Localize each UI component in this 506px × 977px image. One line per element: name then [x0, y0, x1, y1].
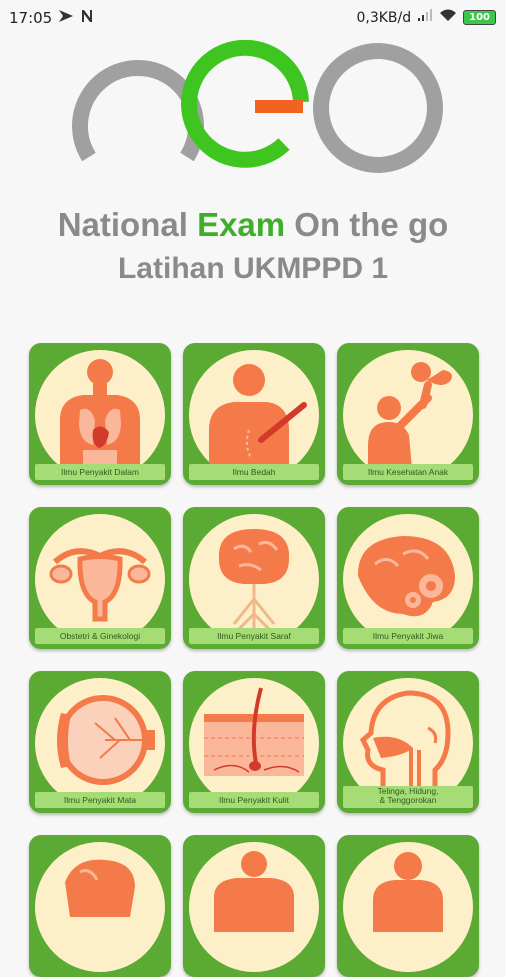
tile-circle: [343, 842, 473, 972]
category-tile-jiwa[interactable]: Ilmu Penyakit Jiwa: [337, 507, 479, 649]
signal-icon: [417, 9, 433, 26]
title-part3: On the go: [285, 206, 449, 243]
app-subtitle: Latihan UKMPPD 1: [117, 252, 389, 285]
category-label: Ilmu Kesehatan Anak: [343, 464, 473, 480]
tile-circle: [343, 350, 473, 480]
status-bar: 17:05 0,3KB/d 100: [0, 0, 506, 34]
neo-logo: [55, 39, 451, 180]
category-tile-row4-3[interactable]: [337, 835, 479, 977]
partial-body-icon: [214, 851, 294, 932]
category-tile-kulit[interactable]: Ilmu Penyakit Kulit: [183, 671, 325, 813]
play-icon: [58, 9, 74, 27]
category-label: Ilmu Penyakit Jiwa: [343, 628, 473, 644]
partial-person-icon: [373, 852, 443, 932]
category-tile-tht[interactable]: Telinga, Hidung, & Tenggorokan: [337, 671, 479, 813]
tile-circle: [189, 350, 319, 480]
uterus-icon: [49, 548, 151, 622]
category-tile-obsgyn[interactable]: Obstetri & Ginekologi: [29, 507, 171, 649]
brain-nerves-icon: [218, 529, 290, 641]
mother-child-icon: [368, 362, 452, 480]
tile-circle: [343, 514, 473, 644]
category-label: Obstetri & Ginekologi: [35, 628, 165, 644]
tile-circle: [189, 514, 319, 644]
tile-circle: [189, 678, 319, 808]
category-label: Telinga, Hidung, & Tenggorokan: [343, 786, 473, 808]
title-exam: Exam: [197, 206, 286, 243]
tile-circle: [35, 514, 165, 644]
category-label: Ilmu Penyakit Kulit: [189, 792, 319, 808]
brain-gears-icon: [357, 536, 455, 617]
tile-circle: [35, 842, 165, 972]
app-title: National Exam On the go: [0, 206, 506, 244]
category-tile-kesehatan-anak[interactable]: Ilmu Kesehatan Anak: [337, 343, 479, 485]
eye-icon: [57, 695, 155, 785]
category-tile-saraf[interactable]: Ilmu Penyakit Saraf: [183, 507, 325, 649]
category-label: Ilmu Penyakit Mata: [35, 792, 165, 808]
skin-icon: [204, 687, 304, 776]
category-tile-row4-2[interactable]: [183, 835, 325, 977]
clock: 17:05: [9, 9, 53, 27]
partial-organ-icon: [65, 859, 135, 917]
battery-icon: 100: [463, 10, 496, 25]
wifi-icon: [439, 9, 457, 26]
tile-circle: [189, 842, 319, 972]
category-tile-mata[interactable]: Ilmu Penyakit Mata: [29, 671, 171, 813]
network-speed: 0,3KB/d: [356, 9, 412, 26]
category-tile-bedah[interactable]: Ilmu Bedah: [183, 343, 325, 485]
tile-circle: [35, 350, 165, 480]
category-tile-penyakit-dalam[interactable]: Ilmu Penyakit Dalam: [29, 343, 171, 485]
category-label: Ilmu Bedah: [189, 464, 319, 480]
category-tile-row4-1[interactable]: [29, 835, 171, 977]
scalpel-surgery-icon: [209, 364, 307, 480]
category-label-line2: & Tenggorokan: [379, 795, 437, 805]
category-label: Ilmu Penyakit Saraf: [189, 628, 319, 644]
n-notification-icon: [80, 9, 94, 27]
category-label: Ilmu Penyakit Dalam: [35, 464, 165, 480]
title-part1: National: [57, 206, 198, 243]
internal-organs-icon: [60, 359, 140, 480]
tile-circle: [35, 678, 165, 808]
